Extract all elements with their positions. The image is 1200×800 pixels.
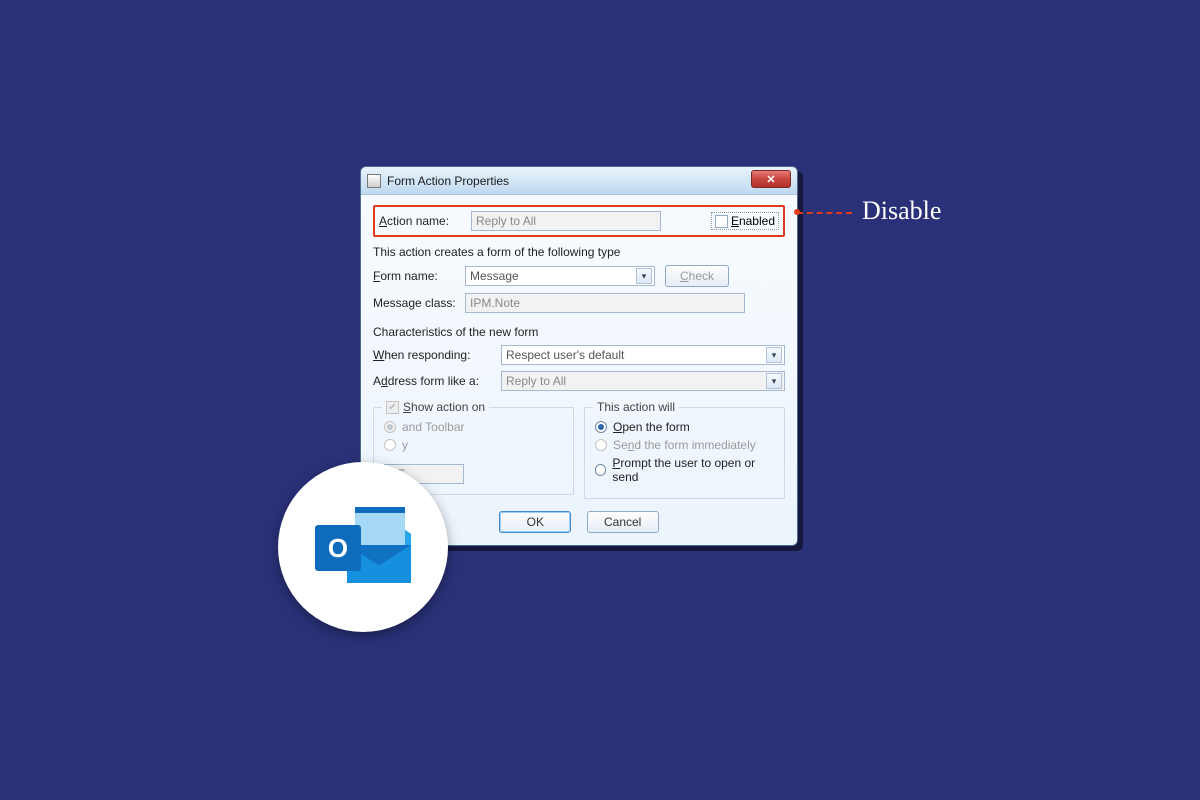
address-like-select[interactable]: Reply to All ▾ bbox=[501, 371, 785, 391]
message-class-label: Message class: bbox=[373, 296, 465, 310]
action-will-group: This action will Open the form Send the … bbox=[584, 407, 785, 499]
titlebar[interactable]: Form Action Properties ✕ bbox=[361, 167, 797, 195]
dialog-title: Form Action Properties bbox=[387, 174, 509, 188]
chevron-down-icon: ▾ bbox=[766, 373, 782, 389]
address-like-label: Address form like a: bbox=[373, 374, 501, 388]
prompt-user-label: Prompt the user to open or send bbox=[612, 456, 774, 484]
action-name-input[interactable] bbox=[471, 211, 661, 231]
characteristics-label: Characteristics of the new form bbox=[373, 325, 785, 339]
radio-icon bbox=[595, 439, 607, 451]
chevron-down-icon: ▾ bbox=[636, 268, 652, 284]
menu-toolbar-radio-row[interactable]: and Toolbar bbox=[384, 420, 563, 434]
address-like-value: Reply to All bbox=[506, 374, 566, 388]
when-responding-label: When responding: bbox=[373, 348, 501, 362]
message-class-input bbox=[465, 293, 745, 313]
prompt-user-radio-row[interactable]: Prompt the user to open or send bbox=[595, 456, 774, 484]
cancel-button[interactable]: Cancel bbox=[587, 511, 659, 533]
enabled-checkbox-wrap[interactable]: Enabled bbox=[711, 212, 779, 230]
send-immediately-label: Send the form immediately bbox=[613, 438, 756, 452]
enabled-checkbox[interactable] bbox=[715, 215, 728, 228]
check-button[interactable]: Check bbox=[665, 265, 729, 287]
action-name-highlight: Action name: Enabled bbox=[373, 205, 785, 237]
outlook-badge: O bbox=[278, 462, 448, 632]
radio-icon bbox=[595, 464, 606, 476]
chevron-down-icon: ▾ bbox=[766, 347, 782, 363]
outlook-icon: O bbox=[315, 507, 411, 587]
enabled-label: Enabled bbox=[731, 214, 775, 228]
open-form-radio-row[interactable]: Open the form bbox=[595, 420, 774, 434]
when-responding-select[interactable]: Respect user's default ▾ bbox=[501, 345, 785, 365]
form-name-label: Form name: bbox=[373, 269, 465, 283]
form-name-value: Message bbox=[470, 269, 519, 283]
show-action-legend: ✔ Show action on bbox=[382, 400, 489, 414]
send-immediately-radio-row[interactable]: Send the form immediately bbox=[595, 438, 774, 452]
system-menu-icon[interactable] bbox=[367, 174, 381, 188]
open-form-label: Open the form bbox=[613, 420, 690, 434]
menu-toolbar-label: and Toolbar bbox=[402, 420, 465, 434]
show-action-checkbox[interactable]: ✔ bbox=[386, 401, 399, 414]
callout-label: Disable bbox=[862, 196, 941, 226]
creates-form-label: This action creates a form of the follow… bbox=[373, 245, 785, 259]
radio-icon bbox=[384, 421, 396, 433]
close-button[interactable]: ✕ bbox=[751, 170, 791, 188]
when-responding-value: Respect user's default bbox=[506, 348, 624, 362]
ok-button[interactable]: OK bbox=[499, 511, 571, 533]
radio-icon bbox=[384, 439, 396, 451]
outlook-letter: O bbox=[315, 525, 361, 571]
callout-line bbox=[797, 212, 852, 214]
menu-only-radio-row[interactable]: y bbox=[384, 438, 563, 452]
radio-icon bbox=[595, 421, 607, 433]
close-icon: ✕ bbox=[766, 173, 775, 186]
action-will-legend: This action will bbox=[593, 400, 679, 414]
menu-only-label: y bbox=[402, 438, 408, 452]
form-name-select[interactable]: Message ▾ bbox=[465, 266, 655, 286]
action-name-label: Action name: bbox=[379, 214, 471, 228]
